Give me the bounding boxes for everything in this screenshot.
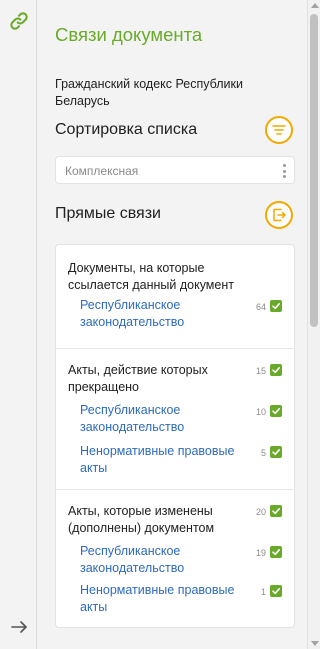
links-group-title: Акты, действие которых прекращено (68, 363, 208, 394)
sort-select-value: Комплексная (65, 164, 139, 178)
sort-select[interactable]: Комплексная (55, 156, 295, 184)
more-options-icon[interactable] (282, 164, 286, 178)
link-non-normative-acts[interactable]: Ненормативные правовые акты (80, 582, 250, 616)
sort-icon (272, 125, 286, 135)
checkbox-checked-icon[interactable] (270, 505, 282, 517)
links-group: Документы, на которые ссылается данный д… (56, 245, 294, 348)
link-republican-legislation[interactable]: Республиканское законодательство (80, 297, 250, 331)
checkbox-checked-icon[interactable] (270, 300, 282, 312)
left-rail (0, 0, 37, 649)
group-count: 20 (255, 507, 266, 517)
checkbox-checked-icon[interactable] (270, 364, 282, 376)
document-links-panel: Связи документа Гражданский кодекс Респу… (37, 0, 307, 649)
scroll-up-arrow-icon[interactable] (311, 3, 319, 8)
direct-links-title: Прямые связи (55, 205, 161, 222)
link-count: 1 (260, 587, 266, 597)
sort-button[interactable] (265, 116, 293, 144)
scroll-down-arrow-icon[interactable] (311, 641, 319, 646)
arrow-right-icon[interactable] (9, 617, 29, 637)
link-count: 5 (260, 448, 266, 458)
checkbox-checked-icon[interactable] (270, 446, 282, 458)
sort-section-title: Сортировка списка (55, 121, 198, 138)
link-icon[interactable] (8, 10, 30, 32)
link-republican-legislation[interactable]: Республиканское законодательство (80, 402, 250, 436)
group-count: 15 (255, 366, 266, 376)
export-button[interactable] (265, 201, 293, 229)
links-group: Акты, действие которых прекращено 15 Рес… (56, 348, 294, 489)
link-count: 10 (255, 407, 266, 417)
panel-title: Связи документа (55, 24, 203, 45)
link-count: 19 (255, 548, 266, 558)
checkbox-checked-icon[interactable] (270, 405, 282, 417)
link-count: 64 (255, 302, 266, 312)
checkbox-checked-icon[interactable] (270, 585, 282, 597)
checkbox-checked-icon[interactable] (270, 546, 282, 558)
export-icon (273, 208, 286, 222)
direct-links-card: Документы, на которые ссылается данный д… (55, 244, 295, 628)
scrollbar-thumb[interactable] (310, 14, 318, 327)
links-group-title: Документы, на которые ссылается данный д… (68, 261, 234, 292)
link-non-normative-acts[interactable]: Ненормативные правовые акты (80, 443, 250, 477)
vertical-scrollbar[interactable] (307, 0, 320, 649)
link-republican-legislation[interactable]: Республиканское законодательство (80, 543, 250, 577)
document-name: Гражданский кодекс Республики Беларусь (55, 77, 243, 108)
links-group-title: Акты, которые изменены (дополнены) докум… (68, 504, 215, 535)
links-group: Акты, которые изменены (дополнены) докум… (56, 489, 294, 628)
